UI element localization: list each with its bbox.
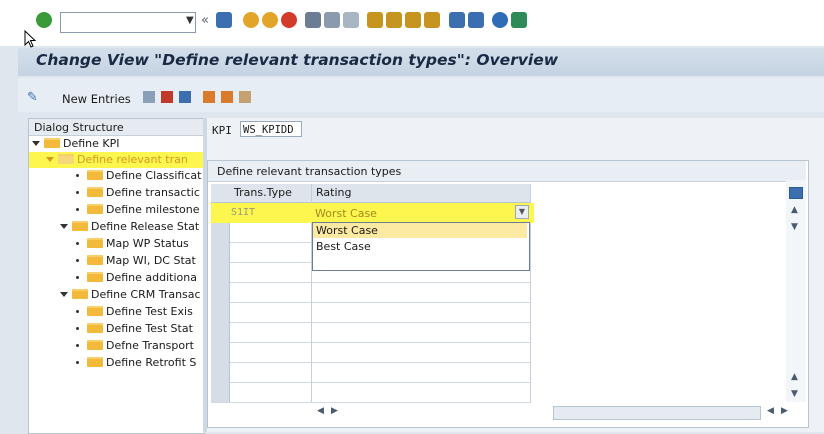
deselect-all-icon[interactable] [239, 91, 251, 103]
customize-layout-icon[interactable] [511, 12, 527, 28]
tree-item-define-test-exis[interactable]: Define Test Exis [76, 305, 203, 321]
kpi-label: KPI [212, 124, 232, 137]
scroll-up-arrow-icon[interactable]: ▲ [791, 372, 798, 382]
row-selector-column[interactable] [211, 203, 230, 402]
scroll-right-arrow-icon[interactable]: ▶ [331, 406, 338, 416]
folder-icon [72, 221, 88, 231]
folder-icon [87, 306, 103, 316]
table-title: Define relevant transaction types [217, 165, 402, 178]
dropdown-icon[interactable]: ▼ [186, 15, 194, 26]
table-row [211, 323, 531, 343]
folder-icon [87, 187, 103, 197]
folder-icon [87, 170, 103, 180]
expand-icon[interactable] [60, 224, 68, 229]
find-next-icon[interactable] [343, 12, 359, 28]
table-row [211, 283, 531, 303]
expand-icon[interactable] [60, 292, 68, 297]
tree-item-define-crm-transac[interactable]: Define CRM Transac [60, 288, 203, 304]
tree-item-define-classificat[interactable]: Define Classificat [76, 169, 203, 185]
select-block-icon[interactable] [221, 91, 233, 103]
find-icon[interactable] [324, 12, 340, 28]
last-page-icon[interactable] [424, 12, 440, 28]
copy-as-icon[interactable] [143, 91, 155, 103]
dropdown-option-best-case[interactable]: Best Case [316, 240, 371, 253]
previous-page-icon[interactable] [386, 12, 402, 28]
scroll-left-arrow-icon[interactable]: ◀ [767, 406, 774, 416]
create-session-icon[interactable] [449, 12, 465, 28]
tree-item-define-relevant-tran[interactable]: Define relevant tran [46, 153, 203, 169]
dropdown-option-worst-case[interactable]: Worst Case [316, 224, 378, 237]
back-history-icon[interactable]: « [201, 13, 209, 28]
select-all-icon[interactable] [203, 91, 215, 103]
shortcut-icon[interactable] [468, 12, 484, 28]
tree-item-define-additiona[interactable]: Define additiona [76, 271, 203, 287]
first-page-icon[interactable] [367, 12, 383, 28]
tree-item-map-wp-status[interactable]: Map WP Status [76, 237, 203, 253]
save-icon[interactable] [216, 12, 232, 28]
scroll-right-arrow-icon[interactable]: ▶ [781, 406, 788, 416]
dropdown-button[interactable]: ▼ [515, 205, 529, 219]
undo-icon[interactable] [179, 91, 191, 103]
tree-item-define-release-stat[interactable]: Define Release Stat [60, 220, 203, 236]
folder-icon [87, 323, 103, 333]
tree-item-define-retrofit-s[interactable]: Define Retrofit S [76, 356, 203, 372]
folder-icon [44, 138, 60, 148]
scroll-left-arrow-icon[interactable]: ◀ [317, 406, 324, 416]
cancel-icon[interactable] [281, 12, 297, 28]
expand-icon[interactable] [46, 157, 54, 162]
tree-item-defne-transport[interactable]: Defne Transport [76, 339, 203, 355]
folder-icon [87, 255, 103, 265]
expand-icon[interactable] [32, 141, 40, 146]
table-row [211, 303, 531, 323]
cell-trans-type[interactable]: S1IT [231, 207, 255, 218]
tree-item-define-test-stat[interactable]: Define Test Stat [76, 322, 203, 338]
application-toolbar [18, 78, 824, 112]
mouse-cursor-icon [24, 30, 36, 48]
tree-item-define-milestone[interactable]: Define milestone [76, 203, 203, 219]
back-icon[interactable] [243, 12, 259, 28]
table-settings-icon[interactable] [789, 187, 803, 199]
scroll-up-arrow-icon[interactable]: ▲ [791, 205, 798, 215]
print-icon[interactable] [305, 12, 321, 28]
next-page-icon[interactable] [405, 12, 421, 28]
folder-icon [87, 357, 103, 367]
tree-item-define-kpi[interactable]: Define KPI [32, 137, 120, 153]
table-row [211, 363, 531, 383]
folder-icon [72, 289, 88, 299]
table-row [211, 343, 531, 363]
tree-item-map-wi-dc-stat[interactable]: Map WI, DC Stat [76, 254, 203, 270]
help-icon[interactable] [492, 12, 508, 28]
page-title: Change View "Define relevant transaction… [36, 51, 559, 69]
scroll-down-arrow-icon[interactable]: ▼ [791, 389, 798, 399]
folder-icon [87, 204, 103, 214]
command-field[interactable] [60, 12, 196, 33]
folder-icon [87, 272, 103, 282]
folder-icon [87, 340, 103, 350]
folder-icon [87, 238, 103, 248]
kpi-value-field: WS_KPIDD [240, 121, 302, 137]
exit-icon[interactable] [262, 12, 278, 28]
scroll-down-arrow-icon[interactable]: ▼ [791, 222, 798, 232]
horizontal-scrollbar-thumb[interactable] [553, 406, 761, 420]
dialog-structure-title: Dialog Structure [34, 121, 124, 134]
rating-select[interactable]: Worst Case [315, 207, 377, 220]
delete-icon[interactable] [161, 91, 173, 103]
tree-item-define-transactic[interactable]: Define transactic [76, 186, 203, 202]
table-row [211, 383, 531, 403]
open-folder-icon [58, 154, 74, 164]
column-header-rating[interactable]: Rating [316, 186, 351, 199]
enter-icon[interactable] [36, 12, 52, 28]
display-change-icon[interactable]: ✎ [27, 90, 38, 105]
new-entries-button[interactable]: New Entries [62, 92, 131, 106]
column-header-trans-type[interactable]: Trans.Type [234, 186, 292, 199]
